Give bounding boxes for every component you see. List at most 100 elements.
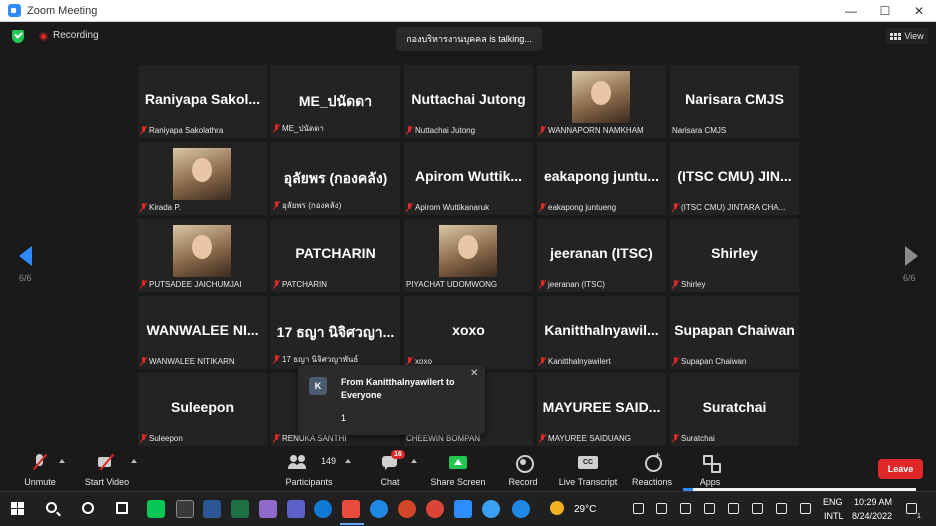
search-icon[interactable]: [46, 502, 57, 513]
clock-time[interactable]: 10:29 AM: [854, 497, 892, 507]
network-icon[interactable]: [800, 503, 811, 514]
minimize-button[interactable]: —: [834, 0, 868, 22]
title-bar: Zoom Meeting — ☐ ✕: [0, 0, 936, 22]
video-options-caret-icon[interactable]: [131, 459, 137, 463]
participant-tile[interactable]: PUTSADEE JAICHUMJAI: [138, 219, 267, 292]
participants-options-caret-icon[interactable]: [345, 459, 351, 463]
recording-dot-icon: [39, 32, 48, 41]
participant-tile[interactable]: Raniyapa Sakol... Raniyapa Sakolathra: [138, 65, 267, 138]
participant-name-text: MAYUREE SAIDUANG: [548, 434, 631, 443]
participant-tile[interactable]: Supapan Chaiwan Supapan Chaiwan: [670, 296, 799, 369]
participant-tile[interactable]: Narisara CMJS Narisara CMJS: [670, 65, 799, 138]
tray-icon-5[interactable]: [752, 503, 763, 514]
close-window-button[interactable]: ✕: [902, 0, 936, 22]
internet-explorer-icon[interactable]: [370, 500, 388, 518]
participant-tile[interactable]: (ITSC CMU) JIN... (ITSC CMU) JINTARA CHA.…: [670, 142, 799, 215]
messenger-icon[interactable]: [482, 500, 500, 518]
participant-video-thumbnail: [439, 225, 497, 277]
notification-center-icon[interactable]: [906, 503, 917, 514]
participant-tile[interactable]: eakapong juntu... eakapong juntueng: [537, 142, 666, 215]
calculator-icon[interactable]: [176, 500, 194, 518]
tray-icon-1[interactable]: [633, 503, 644, 514]
edge-icon[interactable]: [314, 500, 332, 518]
share-screen-button[interactable]: Share Screen: [428, 447, 488, 491]
participant-tile[interactable]: อุลัยพร (กองคลัง) อุลัยพร (กองคลัง): [271, 142, 400, 215]
muted-mic-icon: [406, 203, 413, 212]
muted-mic-icon: [273, 124, 280, 133]
muted-mic-icon: [539, 203, 546, 212]
weather-temperature[interactable]: 29°C: [574, 504, 596, 515]
powerpoint-icon[interactable]: [398, 500, 416, 518]
participant-tile[interactable]: Nuttachai Jutong Nuttachai Jutong: [404, 65, 533, 138]
teams-icon[interactable]: [287, 500, 305, 518]
chat-button[interactable]: 16 Chat: [375, 447, 405, 491]
leave-button[interactable]: Leave: [878, 459, 923, 479]
participant-tile[interactable]: Suratchai Suratchai: [670, 373, 799, 446]
tray-icon-4[interactable]: [728, 503, 739, 514]
record-label: Record: [508, 477, 538, 487]
chrome-icon[interactable]: [426, 500, 444, 518]
keyboard-layout[interactable]: INTL: [824, 511, 844, 521]
weather-icon[interactable]: [550, 501, 564, 515]
live-transcript-button[interactable]: Live Transcript: [556, 447, 620, 491]
participant-tile[interactable]: WANNAPORN NAMKHAM: [537, 65, 666, 138]
participant-tile[interactable]: PIYACHAT UDOMWONG: [404, 219, 533, 292]
participants-button[interactable]: 149 Participants: [284, 447, 336, 491]
onedrive-icon[interactable]: [704, 503, 715, 514]
close-popup-icon[interactable]: ✕: [470, 368, 478, 379]
participant-tile[interactable]: Apirom Wuttik... Apirom Wuttikanaruk: [404, 142, 533, 215]
start-video-button[interactable]: Start Video: [82, 447, 132, 491]
excel-icon[interactable]: [231, 500, 249, 518]
participant-tile[interactable]: WANWALEE NI... WANWALEE NITIKARN: [138, 296, 267, 369]
cortana-icon[interactable]: [82, 502, 94, 514]
participant-display-name: Raniyapa Sakol...: [144, 91, 261, 107]
chat-notification-popup[interactable]: K From Kanitthalnyawilert to Everyone 1 …: [298, 365, 485, 435]
participant-display-name: Suleepon: [170, 399, 234, 415]
line-app-icon[interactable]: [147, 500, 165, 518]
windows-taskbar: 29°C ENG INTL 10:29 AM 8/24/2022 1: [0, 491, 936, 526]
task-view-icon[interactable]: [116, 502, 128, 514]
help-icon[interactable]: [512, 500, 530, 518]
participant-tile[interactable]: PATCHARIN PATCHARIN: [271, 219, 400, 292]
word-icon[interactable]: [203, 500, 221, 518]
zoom-meeting-task-icon[interactable]: [342, 500, 360, 518]
apps-button[interactable]: Apps: [695, 447, 725, 491]
participant-tile[interactable]: Suleepon Suleepon: [138, 373, 267, 446]
volume-muted-icon[interactable]: [776, 503, 787, 514]
window-controls: — ☐ ✕: [834, 0, 936, 22]
onenote-icon[interactable]: [259, 500, 277, 518]
recording-label[interactable]: Recording: [53, 30, 99, 41]
participant-name-label: อุลัยพร (กองคลัง): [273, 199, 398, 212]
next-page-arrow-icon[interactable]: [905, 246, 918, 266]
participant-display-name: WANWALEE NI...: [146, 322, 259, 338]
tray-icon-2[interactable]: [656, 503, 667, 514]
chat-options-caret-icon[interactable]: [411, 459, 417, 463]
participant-tile[interactable]: Kanitthalnyawil... Kanitthalnyawilert: [537, 296, 666, 369]
participant-tile[interactable]: Kirada P.: [138, 142, 267, 215]
participant-tile[interactable]: jeeranan (ITSC) jeeranan (ITSC): [537, 219, 666, 292]
participant-tile[interactable]: 17 ธญา นิจิศวญา... 17 ธญา นิจิศวญาพันธ์: [271, 296, 400, 369]
encryption-shield-icon[interactable]: [12, 30, 24, 43]
view-button[interactable]: View: [886, 28, 928, 44]
windows-start-icon[interactable]: [11, 502, 24, 515]
participant-name-text: eakapong juntueng: [548, 203, 617, 212]
clock-date[interactable]: 8/24/2022: [852, 511, 892, 521]
participant-name-text: ME_ปนัดดา: [282, 124, 324, 133]
previous-page-arrow-icon[interactable]: [19, 246, 32, 266]
start-video-label: Start Video: [84, 477, 130, 487]
participant-tile[interactable]: MAYUREE SAID... MAYUREE SAIDUANG: [537, 373, 666, 446]
language-code[interactable]: ENG: [823, 497, 843, 507]
muted-mic-icon: [672, 280, 679, 289]
participant-name-text: CHEEWIN BOMPAN: [406, 434, 481, 443]
audio-options-caret-icon[interactable]: [59, 459, 65, 463]
participant-tile[interactable]: ME_ปนัดดา ME_ปนัดดา: [271, 65, 400, 138]
maximize-button[interactable]: ☐: [868, 0, 902, 22]
tray-icon-3[interactable]: [680, 503, 691, 514]
participant-tile[interactable]: xoxo xoxo: [404, 296, 533, 369]
unmute-button[interactable]: Unmute: [22, 447, 58, 491]
record-button[interactable]: Record: [505, 447, 541, 491]
zoom-app-icon[interactable]: [454, 500, 472, 518]
participant-tile[interactable]: Shirley Shirley: [670, 219, 799, 292]
window-title: Zoom Meeting: [27, 4, 98, 17]
reactions-button[interactable]: Reactions: [630, 447, 674, 491]
